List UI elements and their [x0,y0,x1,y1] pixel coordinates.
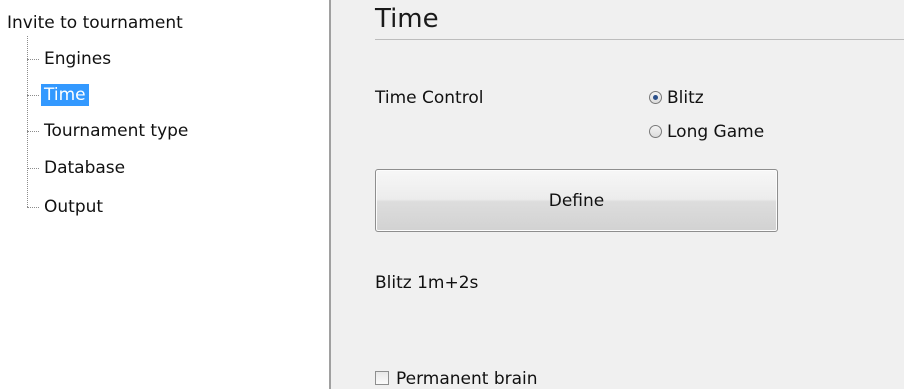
tree-item-label: Output [44,197,104,217]
radio-label[interactable]: Long Game [667,121,764,143]
tree-item-label: Database [44,158,126,178]
radio-button-icon[interactable] [649,125,662,138]
time-control-label: Time Control [375,88,484,108]
tree-connector [27,131,39,132]
define-button[interactable]: Define [375,169,778,232]
tree-root-label[interactable]: Invite to tournament [7,12,183,34]
tree-item-label: Engines [44,49,112,69]
tree-guide-line [27,36,28,207]
tree-connector [27,59,39,60]
tree-item-label: Time [41,84,89,106]
checkbox-label[interactable]: Permanent brain [396,368,538,389]
settings-tree: Invite to tournament Engines Time Tourna… [0,0,320,389]
tree-connector [27,207,39,208]
tournament-dialog: Invite to tournament Engines Time Tourna… [0,0,904,389]
time-settings-pane: Time Time Control Blitz Long Game Define… [331,0,904,389]
title-divider [375,39,904,40]
tree-item-label: Tournament type [44,121,189,141]
radio-button-icon[interactable] [649,91,662,104]
tree-connector [27,168,39,169]
time-control-summary: Blitz 1m+2s [375,273,479,293]
tree-connector [27,95,39,96]
page-title: Time [375,4,439,34]
radio-label[interactable]: Blitz [667,87,704,109]
checkbox-icon[interactable] [375,371,389,385]
